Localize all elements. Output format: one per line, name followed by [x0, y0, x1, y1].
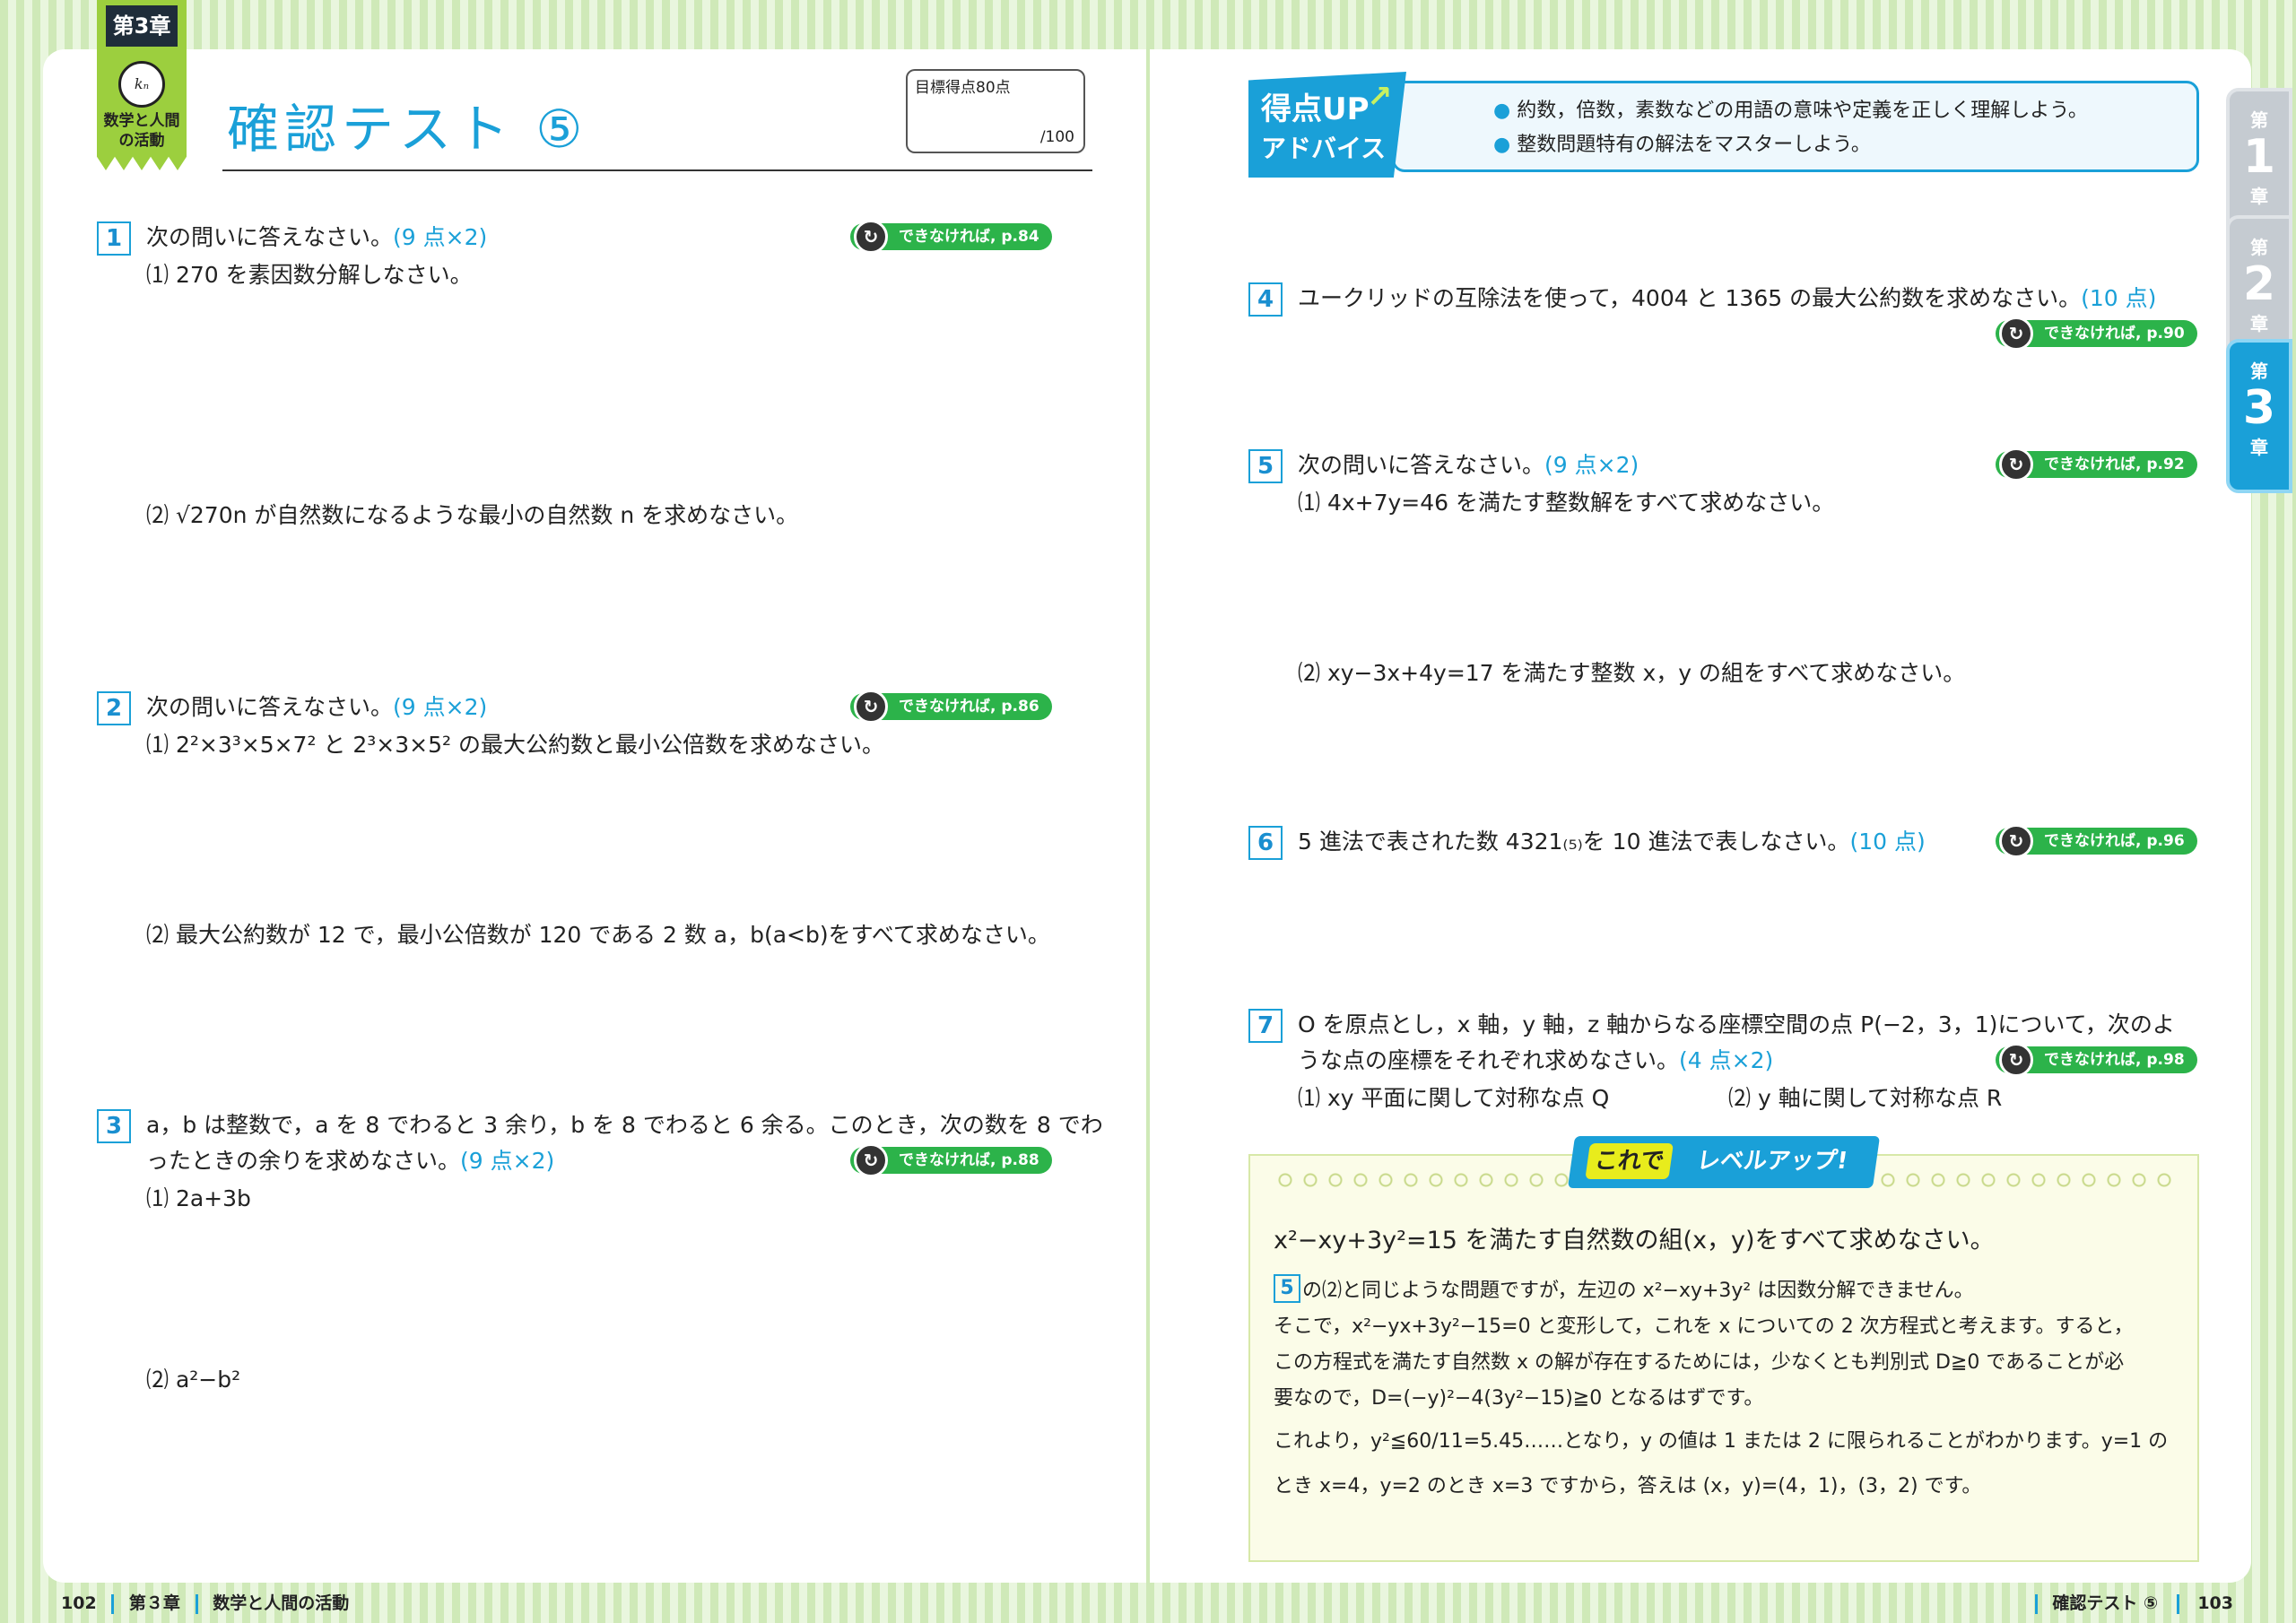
levelup-badge-text2: レベルアップ!	[1695, 1148, 1850, 1175]
advice-title2: アドバイス	[1261, 134, 1387, 163]
question-number: 7	[1248, 1009, 1283, 1043]
arrow-icon: ↻	[854, 220, 888, 254]
reference-link[interactable]: ↻ できなければ, p.88	[850, 1143, 1052, 1177]
arrow-icon: ↻	[1999, 824, 2033, 858]
chapter-badge: 第3章 kₙ 数学と人間の活動	[97, 0, 187, 170]
explanation-line: とき x=4，y=2 のとき x=3 ですから，答えは (x，y)=(4，1)，…	[1274, 1475, 1982, 1497]
footer-title: 数学と人間の活動	[213, 1593, 350, 1613]
question-points: (4 点×2)	[1679, 1047, 1774, 1073]
subquestion: ⑴ xy 平面に関して対称な点 Q	[1298, 1085, 1610, 1111]
footer-chapter: 第３章	[128, 1593, 180, 1613]
advice-box: ● 約数，倍数，素数などの用語の意味や定義を正しく理解しよう。 ● 整数問題特有…	[1392, 81, 2199, 172]
subquestion: ⑵ 最大公約数が 12 で，最小公倍数が 120 である 2 数 a，b(a<b…	[146, 922, 1050, 948]
explanation-line: 要なので，D=(−y)²−4(3y²−15)≧0 となるはずです。	[1274, 1387, 1764, 1410]
question-text-line2: ったときの余りを求めなさい。(9 点×2)	[146, 1148, 555, 1174]
title-rule	[222, 169, 1092, 171]
advice-badge: 得点UP アドバイス ↗	[1248, 72, 1406, 178]
chapter-logo-icon: kₙ	[118, 61, 165, 108]
arrow-up-icon: ↗	[1367, 79, 1393, 115]
right-page: ● 約数，倍数，素数などの用語の意味や定義を正しく理解しよう。 ● 整数問題特有…	[1150, 49, 2251, 1614]
question-points: (9 点×2)	[1544, 452, 1639, 478]
advice-item: ● 整数問題特有の解法をマスターしよう。	[1493, 134, 1871, 156]
question-text-line1: a，b は整数で，a を 8 でわると 3 余り，b を 8 でわると 6 余る…	[146, 1112, 1103, 1138]
score-target: 目標得点80点	[915, 79, 1011, 97]
subquestion: ⑴ 4x+7y=46 を満たす整数解をすべて求めなさい。	[1298, 490, 1835, 516]
subquestion: ⑴ 2²×3³×5×7² と 2³×3×5² の最大公約数と最小公倍数を求めなさ…	[146, 732, 884, 758]
score-total: /100	[1039, 128, 1074, 146]
explanation-line: この方程式を満たす自然数 x の解が存在するためには，少なくとも判別式 D≧0 …	[1274, 1351, 2125, 1374]
footer-left: 102 第３章 数学と人間の活動	[61, 1590, 349, 1614]
question-number: 5	[1248, 449, 1283, 483]
tab-chapter-3[interactable]: 第3章	[2226, 339, 2292, 493]
question-points: (9 点×2)	[393, 694, 488, 720]
question-points: (9 点×2)	[393, 224, 488, 250]
question-points: (10 点)	[2081, 285, 2157, 311]
subquestion: ⑵ √270n が自然数になるような最小の自然数 n を求めなさい。	[146, 502, 799, 528]
arrow-icon: ↻	[854, 690, 888, 724]
subquestion: ⑵ a²−b²	[146, 1367, 241, 1393]
levelup-badge-text1: これで	[1585, 1143, 1674, 1179]
arrow-icon: ↻	[854, 1143, 888, 1177]
question-number: 1	[97, 221, 131, 256]
question-text: 次の問いに答えなさい。(9 点×2)	[146, 694, 488, 720]
footer-title: 確認テスト ⑤	[2052, 1593, 2159, 1613]
page-title: 確認テスト ⑤	[227, 99, 588, 160]
arrow-icon: ↻	[1999, 317, 2033, 351]
question-points: (9 点×2)	[460, 1148, 555, 1174]
question-text: 次の問いに答えなさい。(9 点×2)	[1298, 452, 1639, 478]
reference-link[interactable]: ↻ できなければ, p.90	[1996, 317, 2197, 351]
chapter-label: 第3章	[106, 5, 178, 47]
reference-link[interactable]: ↻ できなければ, p.98	[1996, 1043, 2197, 1077]
reference-link[interactable]: ↻ できなければ, p.96	[1996, 824, 2197, 858]
question-text: 次の問いに答えなさい。(9 点×2)	[146, 224, 488, 250]
question-text: ユークリッドの互除法を使って，4004 と 1365 の最大公約数を求めなさい。…	[1298, 285, 2157, 311]
advice-item: ● 約数，倍数，素数などの用語の意味や定義を正しく理解しよう。	[1493, 100, 2088, 122]
ref-question-number: 5	[1274, 1274, 1300, 1303]
problem-text: x²−xy+3y²=15 を満たす自然数の組(x，y)をすべて求めなさい。	[1274, 1227, 1995, 1254]
question-text-line2: うな点の座標をそれぞれ求めなさい。(4 点×2)	[1298, 1047, 1774, 1073]
score-box: 目標得点80点 /100	[906, 69, 1085, 153]
levelup-badge: これで レベルアップ!	[1567, 1136, 1881, 1188]
subquestion: ⑴ 2a+3b	[146, 1185, 251, 1211]
left-page: 第3章 kₙ 数学と人間の活動 確認テスト ⑤ 目標得点80点 /100 1 次…	[43, 0, 1146, 1614]
footer-right: 確認テスト ⑤ 103	[2026, 1590, 2233, 1614]
question-number: 3	[97, 1109, 131, 1143]
explanation-line: の⑵と同じような問題ですが，左辺の x²−xy+3y² は因数分解できません。	[1302, 1280, 1974, 1302]
explanation-line: そこで，x²−yx+3y²−15=0 と変形して，これを x についての 2 次…	[1274, 1315, 2134, 1338]
reference-link[interactable]: ↻ できなければ, p.84	[850, 220, 1052, 254]
subquestion: ⑴ 270 を素因数分解しなさい。	[146, 262, 473, 288]
page-number: 103	[2197, 1593, 2233, 1613]
subquestion: ⑵ y 軸に関して対称な点 R	[1728, 1085, 2003, 1111]
chapter-title: 数学と人間の活動	[103, 112, 180, 150]
question-number: 6	[1248, 826, 1283, 860]
explanation-line: これより，y²≦60/11=5.45……となり，y の値は 1 または 2 に限…	[1274, 1430, 2169, 1453]
question-points: (10 点)	[1849, 829, 1926, 855]
reference-link[interactable]: ↻ できなければ, p.92	[1996, 447, 2197, 482]
question-number: 2	[97, 691, 131, 725]
question-text: 5 進法で表された数 4321₍₅₎を 10 進法で表しなさい。(10 点)	[1298, 829, 1926, 855]
subquestion: ⑵ xy−3x+4y=17 を満たす整数 x，y の組をすべて求めなさい。	[1298, 660, 1966, 686]
reference-link[interactable]: ↻ できなければ, p.86	[850, 690, 1052, 724]
question-text-line1: O を原点とし，x 軸，y 軸，z 軸からなる座標空間の点 P(−2，3，1)に…	[1298, 1011, 2175, 1037]
advice-title1: 得点UP	[1261, 91, 1370, 127]
levelup-box: x²−xy+3y²=15 を満たす自然数の組(x，y)をすべて求めなさい。 5 …	[1248, 1154, 2199, 1562]
page-number: 102	[61, 1593, 97, 1613]
arrow-icon: ↻	[1999, 447, 2033, 482]
arrow-icon: ↻	[1999, 1043, 2033, 1077]
question-number: 4	[1248, 282, 1283, 317]
